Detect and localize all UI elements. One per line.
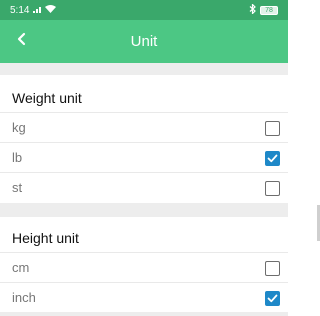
option-row-cm[interactable]: cm [0,252,288,282]
checkmark-icon [267,154,278,163]
option-row-st[interactable]: st [0,172,288,202]
checkmark-icon [267,294,278,303]
weight-unit-title: Weight unit [12,90,82,106]
section-gap [0,312,288,316]
option-label: kg [12,120,26,135]
section-gap [0,203,288,217]
chevron-left-icon [16,32,28,51]
cm-checkbox[interactable] [265,261,280,276]
signal-icon [33,5,43,16]
page-title: Unit [130,33,158,50]
st-checkbox[interactable] [265,181,280,196]
option-label: inch [12,290,36,305]
option-row-lb[interactable]: lb [0,142,288,172]
bluetooth-icon [249,2,256,17]
option-row-kg[interactable]: kg [0,112,288,142]
section-gap [0,63,288,75]
height-unit-title: Height unit [12,230,79,246]
status-icons-right: 78 [249,2,278,17]
option-label: lb [12,150,23,165]
inch-checkbox[interactable] [265,291,280,306]
status-time: 5:14 [10,4,30,16]
option-label: st [12,180,23,195]
back-button[interactable] [10,29,34,53]
lb-checkbox[interactable] [265,151,280,166]
option-row-inch[interactable]: inch [0,282,288,312]
battery-icon: 78 [260,5,278,15]
status-bar: 5:14 78 [0,0,288,20]
status-icons-left [33,4,57,16]
wifi-icon [45,4,57,16]
header-bar: Unit [0,20,288,63]
kg-checkbox[interactable] [265,121,280,136]
option-label: cm [12,260,30,275]
